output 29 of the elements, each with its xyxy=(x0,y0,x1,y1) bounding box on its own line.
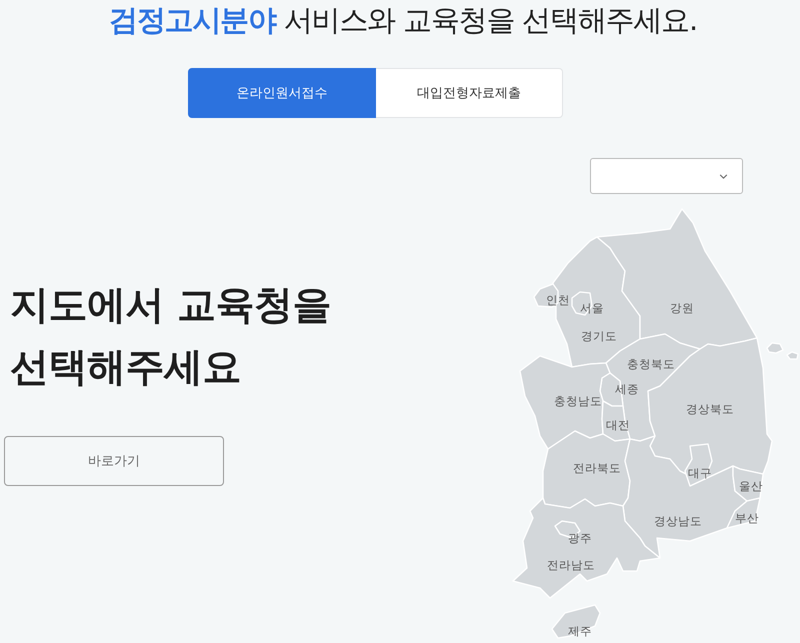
region-label: 대전 xyxy=(606,418,630,432)
office-select-field[interactable] xyxy=(590,158,743,194)
region-label: 충청남도 xyxy=(554,394,602,408)
region-label: 전라남도 xyxy=(547,558,595,572)
map-heading: 지도에서 교육청을 선택해주세요 xyxy=(10,282,332,392)
region-label: 광주 xyxy=(568,531,592,545)
island-shape xyxy=(766,342,784,354)
region-label: 강원 xyxy=(670,301,694,315)
region-label: 전라북도 xyxy=(573,461,621,475)
region-label: 경상남도 xyxy=(654,514,702,528)
region-label: 인천 xyxy=(546,293,570,307)
province-region[interactable] xyxy=(726,497,761,529)
region-label: 경상북도 xyxy=(686,402,734,416)
province-region[interactable] xyxy=(551,604,601,639)
region-label: 세종 xyxy=(615,382,639,396)
page-headline: 검정고시분야 서비스와 교육청을 선택해주세요. xyxy=(108,2,698,39)
region-label: 경기도 xyxy=(581,329,617,343)
region-label: 충청북도 xyxy=(627,357,675,371)
region-label: 제주 xyxy=(568,624,592,638)
caret-icon xyxy=(719,174,728,178)
region-label: 서울 xyxy=(580,301,604,315)
province-region[interactable] xyxy=(732,465,764,502)
shortcut-button[interactable]: 바로가기 xyxy=(4,436,224,486)
region-label: 대구 xyxy=(688,466,712,480)
province-region[interactable] xyxy=(684,443,713,487)
service-tab[interactable]: 온라인원서접수 xyxy=(188,68,376,118)
region-label: 울산 xyxy=(739,479,763,493)
service-tab[interactable]: 대입전형자료제출 xyxy=(376,68,563,118)
region-label: 부산 xyxy=(735,511,759,525)
